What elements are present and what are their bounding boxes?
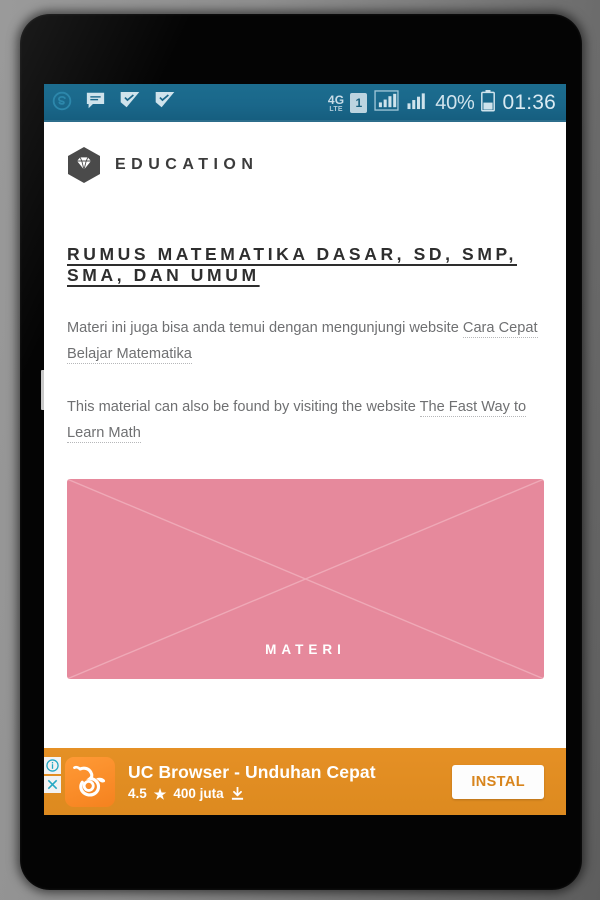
status-bar-divider	[44, 120, 566, 122]
hexagon-diamond-icon	[67, 146, 101, 184]
status-bar: 4G LTE 1 40% 01:36	[44, 84, 566, 122]
close-icon[interactable]	[44, 776, 61, 793]
signal-bars-icon	[406, 91, 428, 115]
status-bar-clock: 01:36	[502, 91, 556, 114]
paragraph-indonesian-text: Materi ini juga bisa anda temui dengan m…	[67, 319, 463, 336]
uc-browser-squirrel-icon	[65, 756, 115, 807]
ad-banner[interactable]: UC Browser - Unduhan Cepat 4.5 ★ 400 jut…	[44, 748, 566, 815]
ad-text-block: UC Browser - Unduhan Cepat 4.5 ★ 400 jut…	[128, 762, 452, 801]
battery-icon	[481, 89, 496, 117]
paragraph-english-text: This material can also be found by visit…	[67, 398, 420, 415]
phone-screen: 4G LTE 1 40% 01:36 EDUCATION RUMUS MATEM…	[44, 84, 566, 815]
flag-check-icon	[154, 91, 176, 115]
ad-meta: 4.5 ★ 400 juta	[128, 786, 452, 801]
ad-title: UC Browser - Unduhan Cepat	[128, 762, 376, 782]
ad-downloads: 400 juta	[173, 786, 224, 801]
ad-controls	[44, 757, 61, 793]
install-button[interactable]: INSTAL	[452, 764, 544, 799]
screenshot-root: 4G LTE 1 40% 01:36 EDUCATION RUMUS MATEM…	[0, 0, 600, 900]
star-icon: ★	[153, 785, 167, 802]
ad-rating: 4.5	[128, 786, 147, 801]
site-brand[interactable]: EDUCATION	[67, 122, 543, 184]
paragraph-indonesian: Materi ini juga bisa anda temui dengan m…	[67, 315, 543, 368]
flag-check-icon	[119, 91, 141, 115]
download-icon	[231, 786, 244, 801]
page-content: EDUCATION RUMUS MATEMATIKA DASAR, SD, SM…	[44, 122, 566, 679]
page-title: RUMUS MATEMATIKA DASAR, SD, SMP, SMA, DA…	[67, 244, 517, 286]
status-bar-left-icons	[52, 91, 176, 116]
signal-bars-boxed-icon	[374, 90, 399, 116]
materi-image-placeholder[interactable]: MATERI	[67, 478, 544, 679]
site-brand-name: EDUCATION	[115, 156, 259, 173]
paragraph-english: This material can also be found by visit…	[67, 394, 543, 447]
skype-icon	[52, 91, 72, 116]
info-icon[interactable]	[44, 757, 61, 774]
chat-bubble-icon	[85, 91, 106, 115]
network-type-indicator: 4G LTE	[327, 92, 345, 113]
materi-image-label: MATERI	[265, 641, 346, 657]
status-bar-right-icons: 4G LTE 1 40% 01:36	[327, 89, 556, 117]
sim-slot-badge: 1	[350, 93, 368, 113]
battery-percent-label: 40%	[435, 91, 475, 114]
